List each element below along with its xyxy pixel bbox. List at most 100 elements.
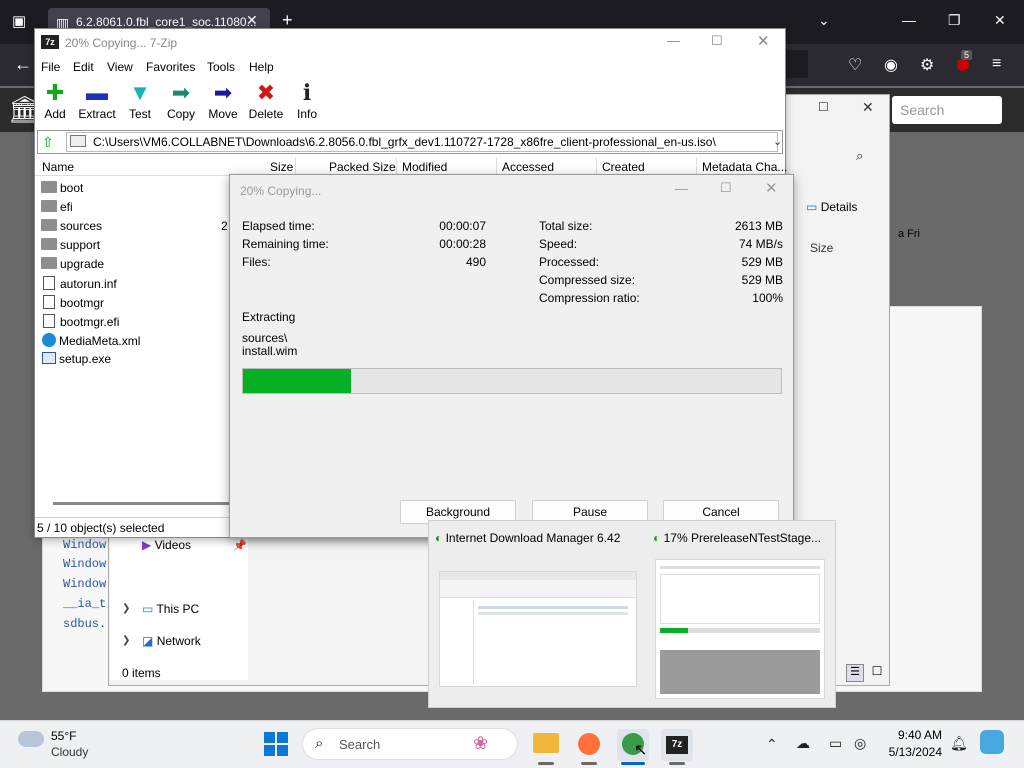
file-row[interactable]: autorun.inf	[41, 276, 241, 295]
path-dropdown-icon[interactable]: ⌄	[773, 135, 782, 148]
menu-help[interactable]: Help	[249, 60, 274, 74]
thumbnail-download-title[interactable]: ◐ 17% PrereleaseNTestStage...	[653, 531, 821, 545]
explorer-restore-icon[interactable]: ☐	[818, 100, 829, 114]
move-button[interactable]: ➡ Move	[203, 81, 243, 127]
file-row[interactable]: bootmgr	[41, 295, 241, 314]
menu-favorites[interactable]: Favorites	[146, 60, 195, 74]
copilot-icon[interactable]	[980, 730, 1004, 754]
weather-condition[interactable]: Cloudy	[51, 745, 88, 759]
col-metadata-changed[interactable]: Metadata Cha...	[702, 160, 787, 174]
file-row[interactable]: setup.exe	[41, 352, 241, 371]
list-all-tabs-icon[interactable]: ▣	[12, 12, 26, 30]
up-folder-icon[interactable]: ⇧	[42, 134, 54, 151]
file-row[interactable]: bootmgr.efi	[41, 314, 241, 333]
tab-close-icon[interactable]: ✕	[246, 12, 258, 29]
expand-chevron-icon[interactable]: ❯	[122, 635, 130, 646]
network-status-icon[interactable]: ◎	[854, 735, 866, 752]
firefox-taskbar-button[interactable]	[573, 729, 605, 761]
extensions-icon[interactable]: ⚙	[920, 55, 934, 75]
chevron-down-icon[interactable]: ⌄	[818, 12, 830, 29]
copy-button[interactable]: ➡ Copy	[161, 81, 201, 127]
file-name: support	[60, 238, 101, 252]
size-column-header[interactable]: Size	[810, 241, 833, 255]
path-field[interactable]: C:\Users\VM6.COLLABNET\Downloads\6.2.805…	[66, 132, 778, 152]
nav-item-this-pc[interactable]: ▭ This PC	[142, 602, 199, 616]
remaining-time-value: 00:00:28	[439, 237, 486, 251]
site-search-input[interactable]: Search	[892, 96, 1002, 124]
clock-time[interactable]: 9:40 AM	[884, 728, 942, 742]
minimize-icon[interactable]: —	[675, 181, 688, 196]
details-view-icon[interactable]: ☰	[846, 664, 864, 682]
notification-bell-icon[interactable]: 🔔︎	[950, 735, 968, 752]
minimize-icon[interactable]: —	[902, 12, 916, 28]
file-row[interactable]: support	[41, 238, 241, 257]
close-icon[interactable]: ✕	[994, 12, 1006, 29]
thumbnail-title: 17% PrereleaseNTestStage...	[663, 531, 822, 545]
processed-label: Processed:	[539, 255, 600, 269]
cloud-icon[interactable]	[18, 731, 44, 747]
pin-icon[interactable]: 📌	[233, 539, 247, 552]
col-packed-size[interactable]: Packed Size	[329, 160, 396, 174]
menu-view[interactable]: View	[107, 60, 133, 74]
menu-edit[interactable]: Edit	[73, 60, 94, 74]
nav-item-videos[interactable]: ▶ Videos	[142, 538, 191, 552]
horizontal-scrollbar[interactable]	[53, 502, 233, 505]
file-row[interactable]: upgrade	[41, 257, 241, 276]
clock-date[interactable]: 5/13/2024	[884, 745, 942, 759]
menu-file[interactable]: File	[41, 60, 60, 74]
elapsed-time-label: Elapsed time:	[242, 219, 315, 233]
nav-item-network[interactable]: ◪ Network	[142, 634, 201, 648]
edge-icon	[42, 333, 56, 347]
running-indicator	[581, 762, 597, 765]
extract-button[interactable]: ▬ Extract	[77, 81, 117, 127]
details-button[interactable]: ▭ Details	[806, 200, 857, 214]
explorer-search-icon[interactable]: ⌕	[856, 148, 863, 164]
file-row[interactable]: boot	[41, 181, 241, 200]
code-line: sdbus.	[63, 617, 107, 631]
menu-tools[interactable]: Tools	[207, 60, 235, 74]
code-line: Window	[63, 538, 107, 552]
info-button[interactable]: ℹ Info	[287, 81, 327, 127]
explorer-close-icon[interactable]: ✕	[862, 99, 874, 116]
taskbar-search[interactable]: ⌕ Search ❀	[302, 728, 518, 760]
maximize-icon[interactable]: ☐	[720, 180, 732, 196]
test-button[interactable]: ▼ Test	[120, 81, 160, 127]
close-icon[interactable]: ✕	[757, 32, 770, 50]
add-button[interactable]: ✚ Add	[35, 81, 75, 127]
display-icon[interactable]: ▭	[829, 735, 842, 752]
7zip-taskbar-button[interactable]: 7z	[661, 729, 693, 761]
col-accessed[interactable]: Accessed	[502, 160, 554, 174]
code-line: __ia_t	[63, 597, 107, 611]
col-modified[interactable]: Modified	[402, 160, 447, 174]
expand-chevron-icon[interactable]: ❯	[122, 603, 130, 614]
code-line: Window	[63, 577, 107, 591]
tiles-view-icon[interactable]: ☐	[868, 664, 886, 682]
file-row[interactable]: MediaMeta.xml	[41, 333, 241, 352]
col-name[interactable]: Name	[42, 160, 74, 174]
file-row[interactable]: efi	[41, 200, 241, 219]
firefox-icon	[578, 733, 600, 755]
back-arrow-icon[interactable]: ←	[14, 54, 32, 75]
drive-icon	[70, 135, 86, 147]
col-created[interactable]: Created	[602, 160, 645, 174]
add-label: Add	[44, 107, 66, 121]
weather-temp[interactable]: 55°F	[51, 729, 76, 743]
nav-item-label: Network	[156, 634, 201, 648]
delete-button[interactable]: ✖ Delete	[246, 81, 286, 127]
start-button[interactable]	[264, 732, 288, 756]
close-icon[interactable]: ✕	[765, 179, 778, 197]
cloud-off-icon[interactable]: ☁	[796, 735, 810, 752]
restore-icon[interactable]: ❐	[948, 12, 961, 29]
maximize-icon[interactable]: ☐	[711, 33, 723, 49]
file-row[interactable]: sources	[41, 219, 241, 238]
minimize-icon[interactable]: —	[667, 33, 680, 48]
menu-icon[interactable]: ≡	[992, 55, 1001, 73]
account-icon[interactable]: ◉	[884, 55, 898, 75]
file-explorer-taskbar-button[interactable]	[530, 729, 562, 761]
thumbnail-idm-title[interactable]: ◐ Internet Download Manager 6.42	[435, 531, 620, 545]
col-size[interactable]: Size	[270, 160, 293, 174]
thumbnail-download-preview[interactable]	[655, 559, 825, 699]
tray-chevron-up-icon[interactable]: ⌃	[766, 736, 778, 753]
pocket-icon[interactable]: ♡	[848, 55, 862, 75]
thumbnail-idm-preview[interactable]	[439, 571, 637, 687]
